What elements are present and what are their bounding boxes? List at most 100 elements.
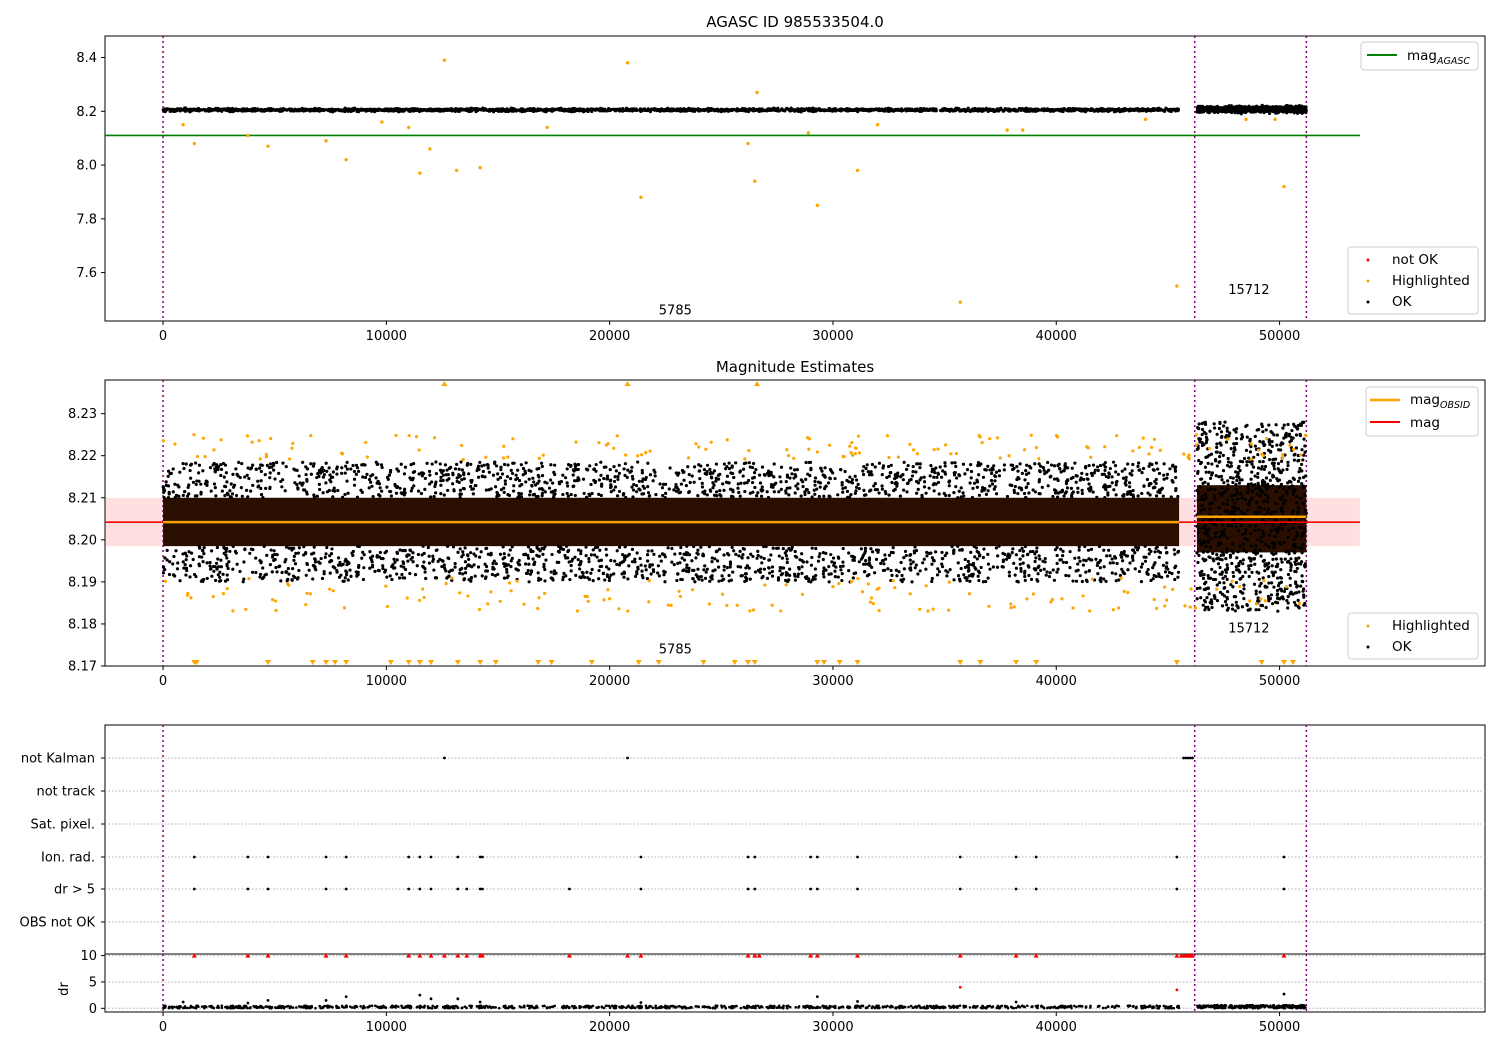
p2-ok-point [401,549,405,553]
p2-ok-point [402,472,407,476]
p2-ok-point [635,551,639,555]
p2-ok-point [893,487,897,491]
p2-ok-point [637,479,641,483]
p2-ytick-label: 8.19 [68,575,97,590]
p2-ok-point [527,477,531,481]
p2-ok-point [997,474,1002,478]
p2-ok-point [1126,568,1130,572]
p1-ok-point [216,109,220,113]
p2-ok-point [250,570,255,574]
p2-ok-point [176,561,180,565]
p2-ytick-label: 8.22 [68,449,97,464]
p2-ok-point [370,565,375,569]
p1-xtick-label: 20000 [589,329,630,344]
p1-ok-point [1163,109,1167,113]
p2-ok-point [251,463,255,467]
p2-ok-point [383,551,387,555]
p2-ok-point [263,473,267,477]
p2-ok-point [487,470,491,474]
p2-ok-point [847,551,851,555]
p1-ok-point [338,108,342,112]
p2-ok-point [947,479,952,483]
p1-ok-point [355,109,359,114]
p2-ok-point [1170,464,1175,468]
p2-ok-point [954,484,958,489]
p2-ok-point [674,485,678,489]
panel-magnitude-estimates: 8.178.188.198.208.218.228.230 10000 20000 3… [68,379,1486,689]
p2-ok-point [821,557,825,562]
p2-ok-point [739,481,743,485]
p2-ok-point [502,490,506,494]
p2-ok-point [922,557,926,561]
p2-ok-point [862,488,866,492]
p1-ok-point [189,109,193,113]
p2-ok-point [793,491,797,495]
p1-ok-point [1287,108,1291,112]
p2-ok-point [1061,560,1066,564]
p2-ok-point [700,578,704,582]
p2-ok-point [494,562,498,566]
p2-ok-point [1025,463,1029,467]
p2-ok-point [1098,558,1103,563]
p2-ok-point [952,578,956,582]
p1-ok-point [1283,107,1287,111]
p2-ok-point [1056,491,1060,495]
p2-ok-point [433,491,438,495]
p2-ok-point [408,571,412,576]
p2-ok-point [329,480,333,484]
p2-ok-point [804,460,808,465]
p2-ok-point [740,556,744,560]
p2-ok-point [820,469,824,473]
p2-ok-point [778,569,782,573]
p2-ok-point [598,548,602,552]
p2-ok-point [228,489,232,493]
p2-ok-point [1134,545,1138,549]
p2-ok-point [1136,494,1140,498]
p2-ok-point [688,480,692,485]
p2-ok-point [694,573,698,577]
p2-ok-point [440,564,444,569]
p2-ok-point [509,565,513,569]
p1-ok-point [1048,109,1052,113]
p1-ok-point [255,108,259,113]
p2-ok-point [294,551,298,556]
p2-ok-point [930,576,934,581]
p1-highlighted-point [266,144,270,148]
p2-ok-point [1035,546,1039,550]
p2-ok-point [447,556,451,561]
p1-ok-point [638,107,643,111]
p2-ok-point [727,461,731,465]
p2-ok-point [1080,491,1084,496]
p2-ok-point [260,576,264,581]
p2-ok-point [395,467,399,471]
p2-ok-point [1067,574,1071,578]
p2-ok-point [867,557,872,562]
p2-ok-point [653,474,657,478]
p2-ok-point [800,565,804,569]
p2-ok-point [1110,557,1114,561]
p2-ok-point [466,461,470,466]
p2-ok-point [756,553,760,558]
p2-ok-point [413,573,418,577]
p2-ok-point [1130,469,1134,473]
p1-ok-point [260,108,264,112]
p2-ok-point [1055,495,1060,499]
p2-ok-point [656,564,660,568]
p2-ok-point [1128,561,1132,565]
p2-ok-point [251,483,255,488]
p2-ok-point [1120,469,1124,473]
p2-ok-point [986,562,991,566]
p2-ok-point [1165,472,1170,476]
p1-ok-point [1071,106,1075,111]
p2-ok-point [439,475,443,479]
p2-ok-point [651,479,655,483]
p2-ok-point [511,489,516,493]
p2-ok-point [434,471,438,476]
p1-ok-point [1127,109,1131,113]
p2-ok-point [636,460,640,464]
p2-ok-point [592,478,596,482]
p2-ok-point [399,462,403,466]
p1-highlighted-point [454,168,459,173]
p2-ok-point [635,572,639,576]
p2-ok-point [1085,472,1089,476]
